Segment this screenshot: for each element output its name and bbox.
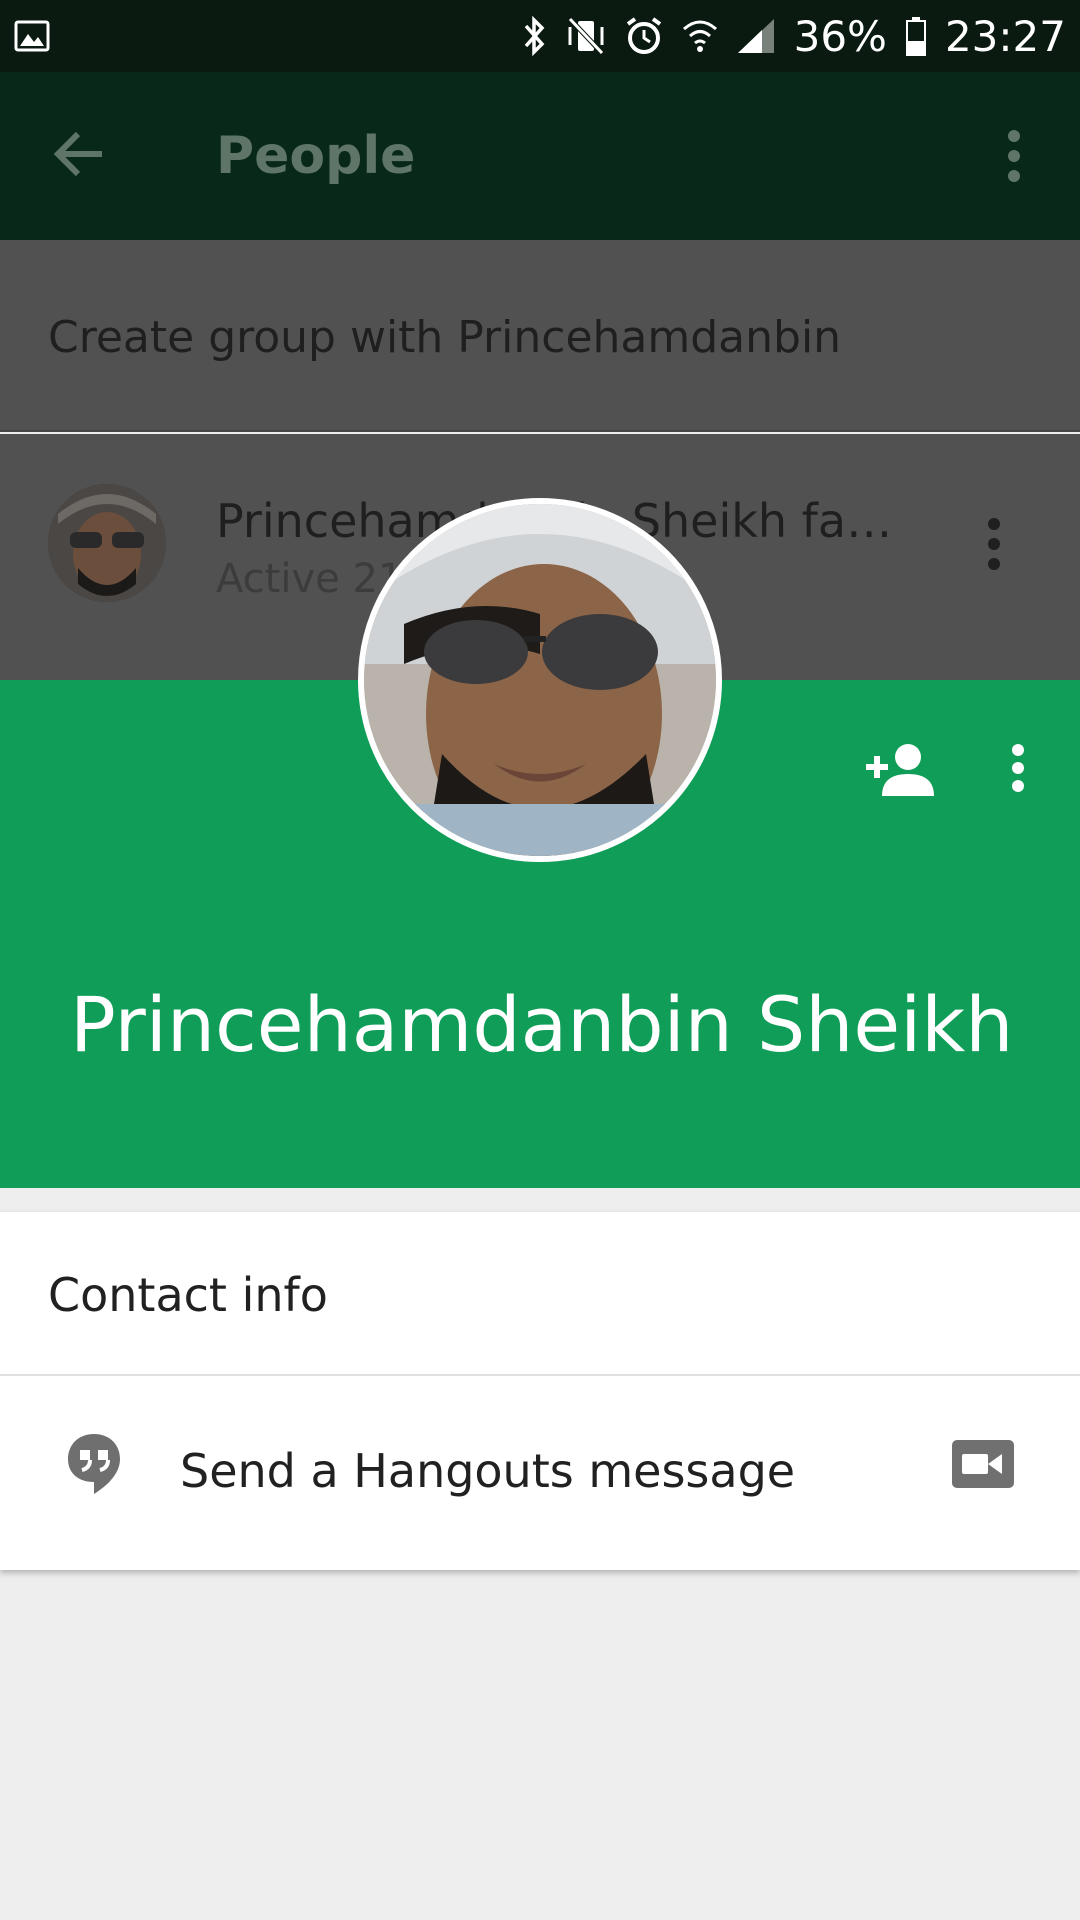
profile-avatar[interactable] [358,498,722,862]
contact-actions-card: Contact info Send a Hangouts message [0,1212,1080,1570]
create-group-label: Create group with Princehamdanbin [48,312,842,363]
hangouts-quote-icon [66,1432,122,1500]
contact-status: Active 21 [216,556,404,602]
battery-icon [905,16,927,56]
video-call-icon[interactable] [952,1440,1014,1492]
battery-percent: 36% [793,11,887,61]
alarm-icon [624,16,664,56]
bluetooth-icon [522,16,548,56]
profile-name: Princehamdanbin Sheikh … [70,980,1010,1069]
more-vert-icon[interactable] [980,516,1008,576]
create-group-row[interactable]: Create group with Princehamdanbin [0,240,1080,432]
status-bar: 36% 23:27 [0,0,1080,72]
arrow-back-icon[interactable] [52,130,106,182]
signal-icon [736,17,776,55]
contact-info-label[interactable]: Contact info [48,1268,328,1322]
hangouts-message-label: Send a Hangouts message [180,1444,796,1498]
wifi-icon [682,17,718,55]
gallery-icon [14,20,50,52]
person-add-icon[interactable] [864,742,934,800]
clock: 23:27 [944,11,1066,61]
send-hangouts-message-row[interactable]: Send a Hangouts message [0,1376,1080,1570]
vibrate-icon [566,17,606,55]
app-bar: People [0,72,1080,240]
more-vert-icon[interactable] [1008,742,1028,798]
avatar [48,484,166,602]
page-title: People [216,126,416,186]
more-vert-icon[interactable] [1000,128,1028,188]
